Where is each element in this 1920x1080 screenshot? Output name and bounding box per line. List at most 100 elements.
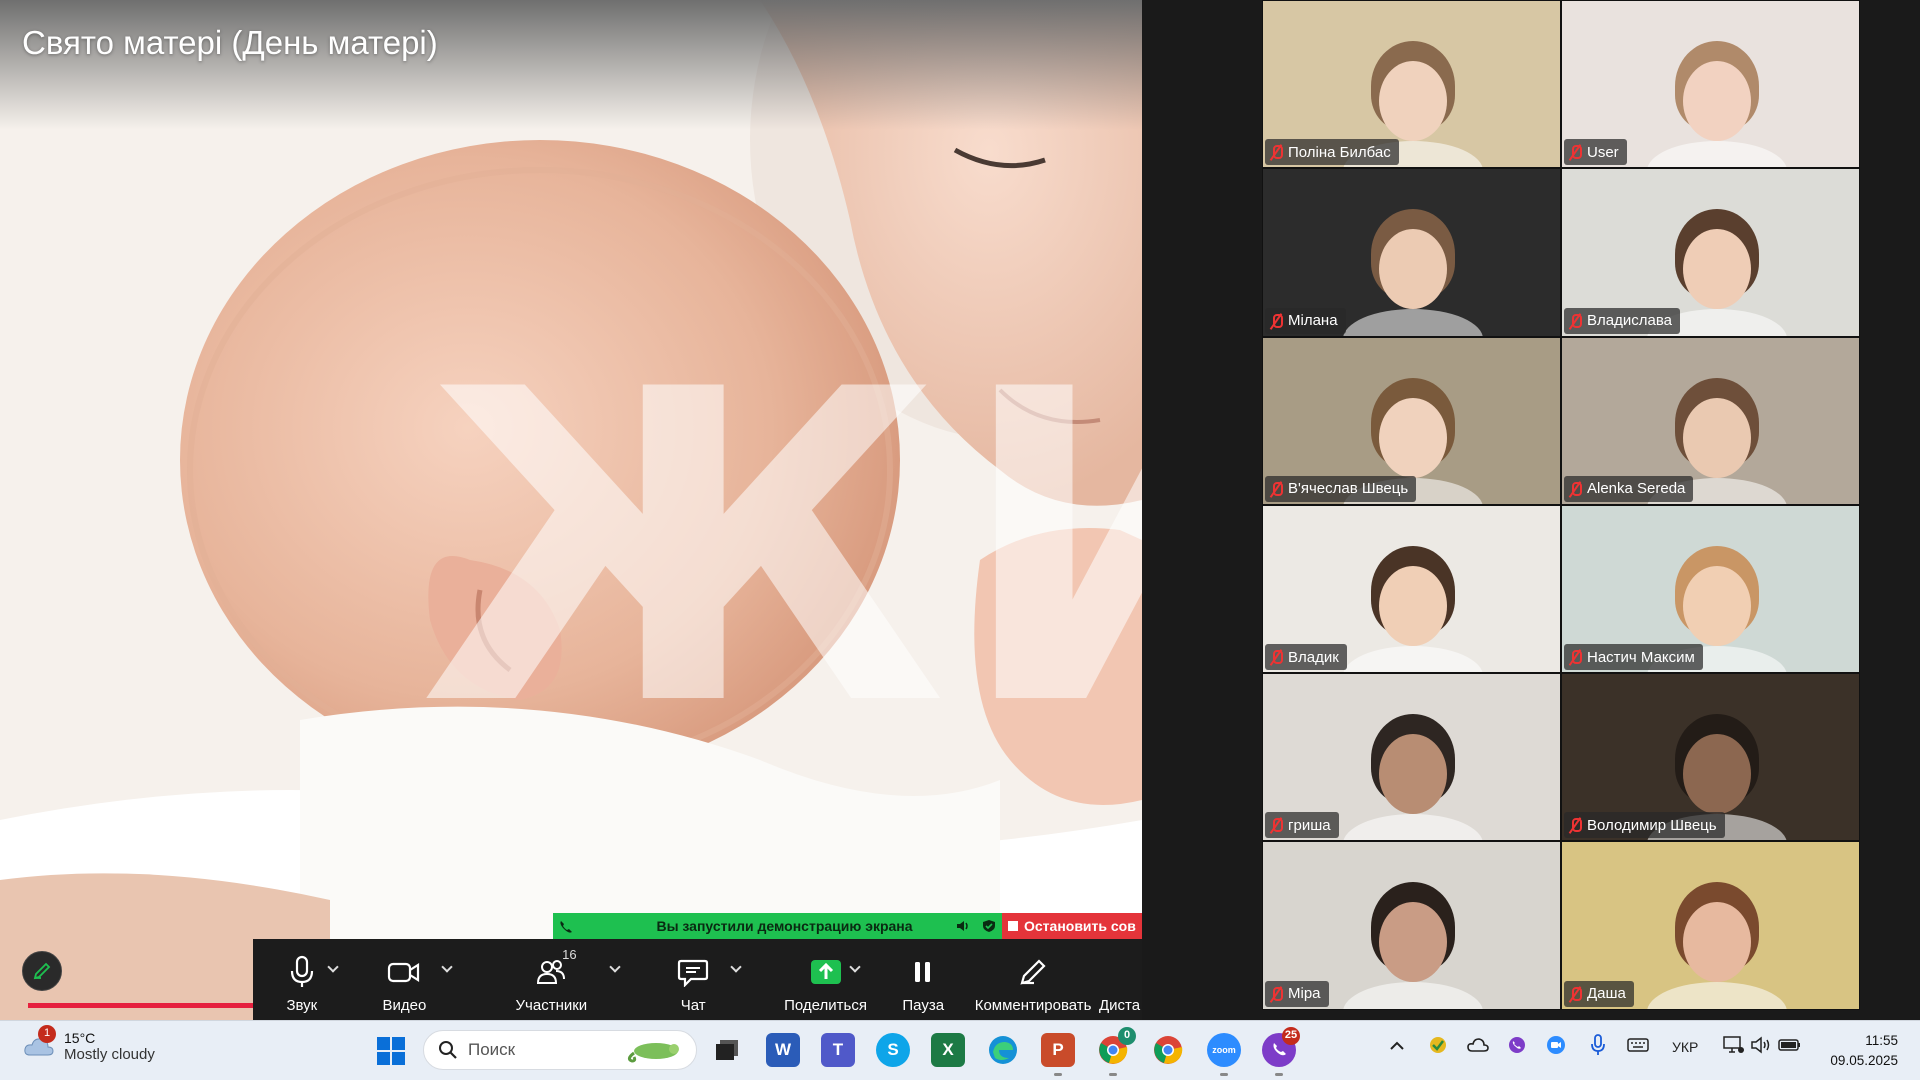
cloud-icon: 1 [22,1025,56,1063]
zoom-tray-icon[interactable] [1546,1035,1566,1058]
language-indicator[interactable]: УКР [1672,1039,1698,1055]
chat-icon [677,953,709,991]
onedrive-icon[interactable] [1467,1037,1489,1056]
audio-button[interactable]: Звук [253,939,351,1014]
powerpoint-app[interactable]: P [1041,1033,1075,1076]
participant-tile[interactable]: Владик [1262,504,1561,674]
edge-app[interactable] [986,1033,1020,1067]
video-progress-bar[interactable] [28,1003,253,1008]
participant-face [1379,397,1447,478]
chrome-icon [1154,1036,1183,1064]
chrome-app[interactable] [1151,1033,1185,1067]
participant-gallery: Поліна Билбас User Мілана Владислава В'ячесл… [1262,0,1860,1010]
participant-face [1379,61,1447,141]
running-indicator [1054,1073,1062,1076]
weather-desc: Mostly cloudy [64,1045,155,1063]
audio-options-chevron-icon[interactable] [327,961,339,973]
participant-tile[interactable]: Даша [1561,841,1860,1010]
share-screen-button[interactable]: Поделиться [772,939,879,1014]
muted-microphone-icon [1568,986,1582,1002]
network-icon[interactable] [1723,1036,1745,1057]
teams-app[interactable]: T [821,1033,855,1067]
share-options-chevron-icon[interactable] [849,961,861,973]
participant-face [1379,565,1447,646]
participant-tile[interactable]: Владислава [1561,168,1860,337]
participants-options-chevron-icon[interactable] [609,961,621,973]
tray-overflow-chevron-icon[interactable] [1389,1039,1405,1055]
excel-icon: X [942,1040,954,1059]
participant-name: Міра [1288,985,1321,1003]
video-button[interactable]: Видео [351,939,458,1014]
participant-name-tag: Поліна Билбас [1265,139,1399,166]
participant-tile[interactable]: Міра [1262,841,1561,1010]
participant-name: гриша [1288,816,1331,834]
participant-name-tag: Alenka Sereda [1564,475,1694,502]
viber-badge: 25 [1282,1027,1300,1045]
participant-name-tag: В'ячеслав Швець [1265,475,1417,502]
video-options-chevron-icon[interactable] [441,961,453,973]
running-indicator [1220,1073,1228,1076]
chrome-app-profile[interactable]: 0 [1096,1027,1136,1076]
sharing-message: Вы запустили демонстрацию экрана [656,918,913,934]
viber-tray-icon[interactable] [1507,1035,1527,1058]
participant-tile[interactable]: User [1561,0,1860,169]
remote-control-button[interactable]: Диста [1099,939,1142,1014]
participants-label: Участники [515,997,588,1014]
participant-face [1683,61,1751,141]
taskbar-search[interactable]: Поиск [423,1030,697,1070]
excel-app[interactable]: X [931,1033,965,1067]
volume-icon[interactable] [1750,1036,1772,1057]
task-view-button[interactable] [710,1033,744,1067]
participants-button[interactable]: Участники 16 [478,939,625,1014]
participant-name: Мілана [1288,312,1338,330]
participant-tile[interactable]: Поліна Билбас [1262,0,1561,169]
meeting-toolbar: Звук Видео Участники 16 Чат Поделиться П… [253,939,1142,1020]
tray-app-icon[interactable] [1428,1035,1448,1058]
participant-tile[interactable]: Alenka Sereda [1561,336,1860,505]
stop-square-icon [1008,921,1018,931]
chat-options-chevron-icon[interactable] [729,961,742,973]
microphone-tray-icon[interactable] [1591,1034,1605,1059]
keyboard-icon[interactable] [1627,1037,1649,1056]
participant-tile[interactable]: Володимир Швець [1561,673,1860,842]
participant-name: Настич Максим [1587,648,1695,666]
shield-icon[interactable] [981,919,997,933]
participant-face [1683,734,1751,815]
skype-app[interactable]: S [876,1033,910,1067]
powerpoint-icon: P [1052,1040,1064,1059]
participant-tile[interactable]: В'ячеслав Швець [1262,336,1561,505]
chat-button[interactable]: Чат [635,939,752,1014]
participant-name: Alenka Sereda [1587,480,1686,498]
participant-name: User [1587,143,1619,161]
muted-microphone-icon [1269,144,1283,160]
weather-badge: 1 [38,1025,56,1043]
muted-microphone-icon [1568,817,1582,833]
stop-share-button[interactable]: Остановить сов [1002,913,1142,939]
participant-tile[interactable]: Настич Максим [1561,504,1860,674]
speaker-icon[interactable] [955,919,971,933]
participant-name-tag: Владислава [1564,307,1680,334]
share-label: Поделиться [784,997,867,1014]
clock[interactable]: 11:55 09.05.2025 [1830,1031,1898,1071]
muted-microphone-icon [1269,649,1283,665]
pause-share-button[interactable]: Пауза [879,939,967,1014]
chrome-badge: 0 [1118,1027,1136,1045]
windows-logo-icon [377,1037,405,1065]
muted-microphone-icon [1568,481,1582,497]
start-button[interactable] [376,1036,406,1071]
participant-tile[interactable]: гриша [1262,673,1561,842]
word-app[interactable]: W [766,1033,800,1067]
weather-widget[interactable]: 1 15°C Mostly cloudy [22,1025,155,1063]
battery-icon[interactable] [1778,1037,1802,1056]
annotation-pen-button[interactable] [22,951,62,991]
participant-name: Володимир Швець [1587,816,1717,834]
audio-label: Звук [286,997,318,1014]
participant-tile[interactable]: Мілана [1262,168,1561,337]
weather-temp: 15°C [64,1029,96,1046]
zoom-app[interactable]: zoom [1207,1033,1241,1076]
viber-app[interactable]: 25 [1262,1027,1300,1076]
annotate-button[interactable]: Комментировать [967,939,1099,1014]
participant-name-tag: Мілана [1265,307,1346,334]
muted-microphone-icon [1568,313,1582,329]
participant-name-tag: Міра [1265,980,1329,1007]
